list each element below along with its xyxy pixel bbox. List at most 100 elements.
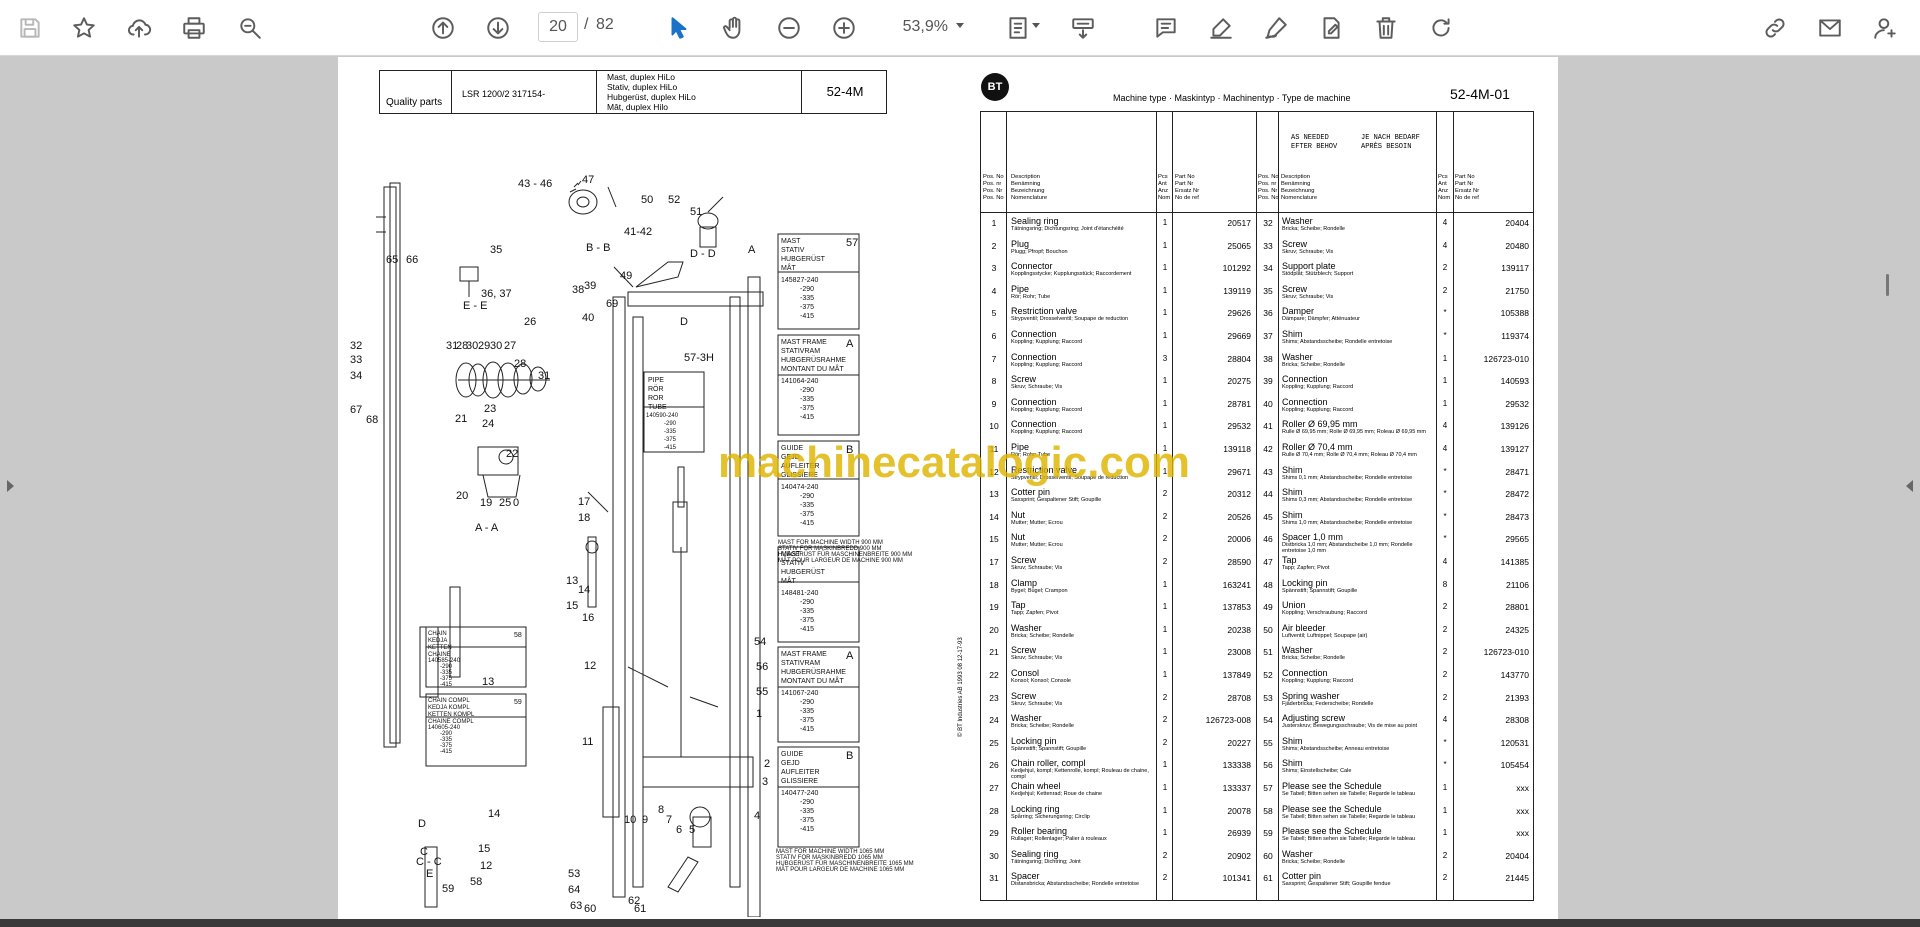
hdr-line: Nom [1438,195,1451,201]
part-translations: Justerskruv; Bewegungsschraube; Vis de m… [1282,723,1418,730]
callout-label: 54 [754,636,766,648]
callout-label: 10 [624,814,636,826]
part-translations: Saxsprint; Gespaltener Stift; Goupille [1011,497,1102,504]
email-icon[interactable] [1812,10,1848,46]
hand-pan-icon[interactable] [716,10,752,46]
pos-number: 32 [1263,218,1273,228]
pos-number: 3 [991,263,997,274]
spec-box-value: -335 [800,295,814,302]
hdr-line: Nomenclature [1281,195,1318,201]
part-quantity: 2 [1162,511,1168,521]
account-icon[interactable] [1867,10,1903,46]
spec-box-value: -335 [800,808,814,815]
pipe-box-label: PIPE [648,377,664,384]
edit-pdf-icon[interactable] [1313,10,1349,46]
part-description: Spring washer Fjäderbricka; Federscheibe;… [1282,691,1430,707]
header-title: Mast, duplex HiLo Stativ, duplex HiLo Hu… [597,71,802,113]
spec-box-value: -415 [800,726,814,733]
upload-cloud-icon[interactable] [121,10,157,46]
parts-table: AS NEEDED EFTER BEHOV JE NACH BEDARF APR… [980,111,1534,901]
spec-box-label: STATIV [781,247,805,254]
part-name: Screw [1282,238,1308,249]
pipe-box-label: ROR [648,395,664,402]
spec-box-label: GLISSIERE [781,778,818,785]
delete-icon[interactable] [1368,10,1404,46]
zoom-in-icon[interactable] [826,10,862,46]
part-description: Clamp Bygel; Bügel; Crampon [1011,578,1159,594]
copyright-note: © BT Industries AB 1993 08 12-17-93 [958,637,964,737]
part-name: Screw [1011,374,1037,385]
part-description: Roller bearing Rullager; Rollenlager; Pal… [1011,827,1159,843]
spec-box-value: -290 [800,387,814,394]
part-quantity: 1 [1162,398,1168,408]
spec-box-number: A [846,650,854,662]
part-description: Shim Shims 0,1 mm; Abstandsscheibe; Ronde… [1282,465,1430,481]
zoom-search-icon[interactable] [232,10,268,46]
part-quantity: 1 [1442,783,1448,792]
fit-page-icon[interactable] [1000,10,1036,46]
pos-number: 54 [1263,715,1273,726]
part-name: Shim [1282,509,1303,520]
part-quantity: 2 [1442,602,1448,612]
page-down-icon[interactable] [480,10,516,46]
sign-icon[interactable] [1258,10,1294,46]
page-number-input[interactable]: 20 [538,12,578,42]
part-number: 28308 [1505,715,1529,726]
spec-box-value: -375 [800,717,814,724]
page-up-icon[interactable] [425,10,461,46]
callout-label: D [680,316,688,328]
part-description: Shim Shims; Abstandsscheibe; Anneau entre… [1282,736,1430,752]
hdr-line: Benämning [1281,181,1311,187]
callout-label: 5 [689,824,695,836]
highlight-pen-icon[interactable] [1203,10,1239,46]
part-description: Screw Skruv; Schraube; Vis [1011,691,1159,707]
zoom-out-icon[interactable] [771,10,807,46]
part-translations: Tätningsring; Dichtungsring; Joint d'éta… [1011,226,1124,232]
right-page-code: 52-4M-01 [1450,86,1510,102]
spec-box-value: -415 [800,313,814,320]
machine-type-title: Machine type · Maskintyp · Machinentyp ·… [1113,93,1351,103]
fit-dropdown-chevron-icon[interactable] [1032,23,1040,28]
next-page-arrow-icon[interactable] [1906,480,1913,492]
scroll-mode-icon[interactable] [1065,10,1101,46]
zoom-dropdown-chevron-icon[interactable] [956,23,964,28]
part-quantity: 1 [1162,602,1168,612]
part-translations: Shims; Abstandsscheibe; Rondelle entreto… [1282,339,1393,345]
pos-number: 36 [1263,308,1273,319]
bookmark-star-icon[interactable] [66,10,102,46]
print-icon[interactable] [176,10,212,46]
zoom-level[interactable]: 53,9% [884,12,948,42]
callout-label: 51 [690,206,702,218]
redo-icon[interactable] [1423,10,1459,46]
save-icon[interactable] [12,10,48,46]
part-name: Please see the Schedule [1282,803,1382,814]
hdr-line: Anz [1158,188,1168,194]
part-translations: Koppling; Kupplung; Raccord [1282,384,1354,391]
part-name: Chain roller, compl [1011,758,1086,769]
part-number: 101292 [1222,263,1251,274]
part-number: 140593 [1500,376,1529,387]
part-name: Shim [1282,329,1303,339]
page-code: 52-4M [826,84,864,99]
scrollbar-thumb[interactable] [1886,274,1889,296]
part-number: 28471 [1505,466,1529,477]
pos-number: 1 [991,218,997,228]
share-link-icon[interactable] [1757,10,1793,46]
previous-page-arrow-icon[interactable] [7,480,14,492]
part-translations: Fjäderbricka; Federscheibe; Rondelle [1282,700,1374,707]
part-number: 143770 [1500,670,1529,680]
part-translations: Koppling; Kupplung; Raccord [1282,678,1354,684]
part-name: Chain wheel [1011,781,1061,791]
part-description: Please see the Schedule Se Tabell; Bitten… [1282,827,1430,843]
part-quantity: 2 [1162,850,1168,860]
callout-label: 43 - 46 [518,178,552,190]
part-name: Washer [1011,713,1042,724]
part-name: Cotter pin [1011,487,1051,498]
part-header: Part No Part Nr Ersatz Nr No de ref [1175,174,1199,202]
part-number: 28472 [1505,489,1529,500]
part-number: 25065 [1227,240,1251,251]
select-arrow-icon[interactable] [661,10,697,46]
pos-number: 5 [991,308,997,319]
part-quantity: 1 [1162,579,1168,589]
comment-icon[interactable] [1148,10,1184,46]
